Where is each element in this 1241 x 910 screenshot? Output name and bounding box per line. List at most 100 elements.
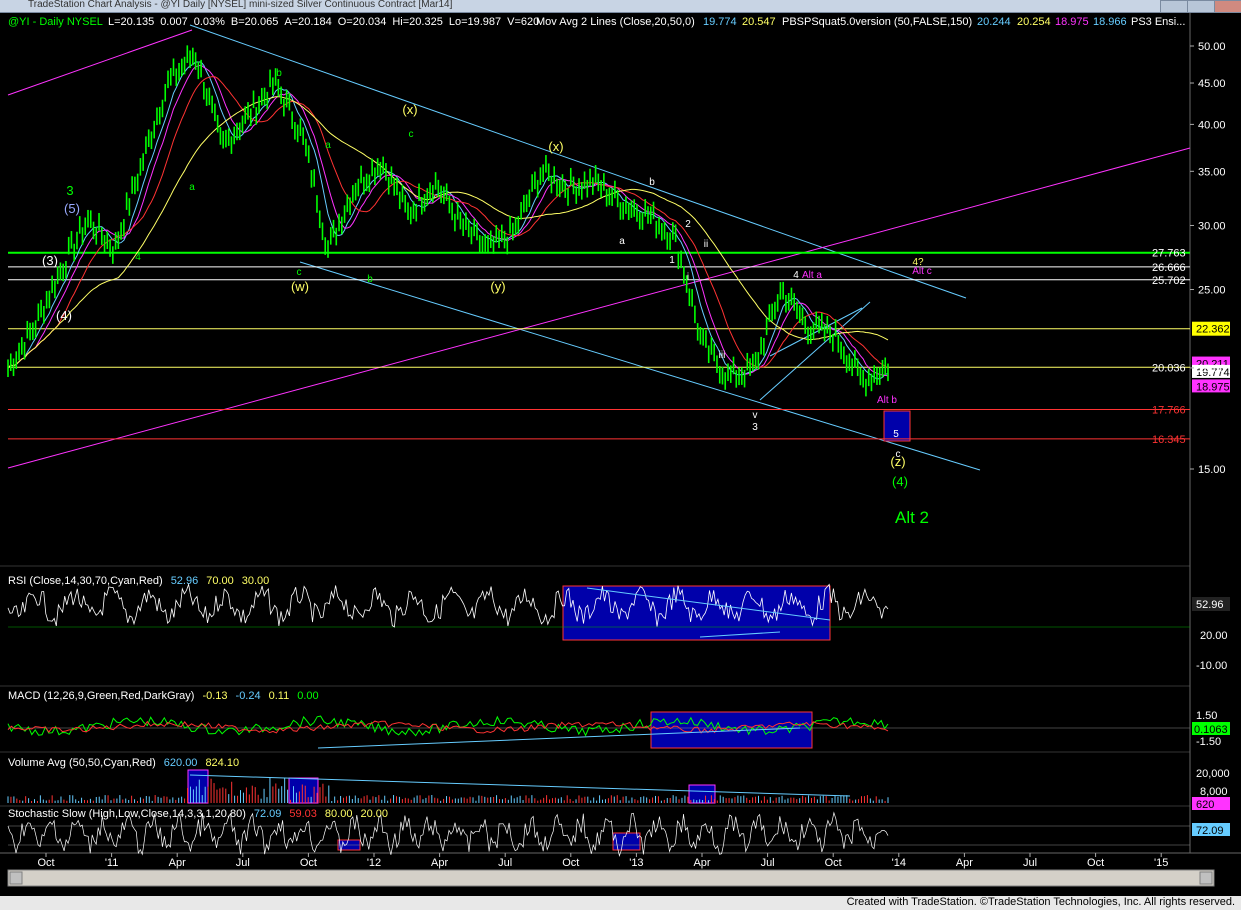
study-pbs-label: PBSPSquat5.0version (50,FALSE,150) — [782, 16, 972, 28]
wave-label: a — [619, 236, 625, 247]
time-axis-tick-label: Jul — [498, 857, 512, 869]
stochastic-last-value: 72.09 — [1196, 825, 1224, 837]
study-pbs-value-2: 20.254 — [1017, 16, 1051, 28]
time-axis-tick-label: Apr — [956, 857, 973, 869]
time-scrollbar[interactable] — [7, 869, 1215, 887]
time-axis-tick-label: '14 — [892, 857, 906, 869]
volume-tick: 8,000 — [1200, 786, 1228, 798]
time-axis-tick-label: '13 — [629, 857, 643, 869]
time-axis-tick-label: Oct — [1087, 857, 1104, 869]
macd-pane: MACD (12,26,9,Green,Red,DarkGray) -0.13 -0… — [7, 690, 1230, 749]
time-axis-tick-label: '11 — [105, 857, 119, 869]
study-pbs-value-1: 20.244 — [977, 16, 1011, 28]
maximize-button[interactable] — [1187, 0, 1215, 13]
channel-upper-line — [189, 24, 967, 299]
window-titlebar: TradeStation Chart Analysis - @YI Daily … — [0, 0, 1241, 13]
wave-label: Alt c — [912, 266, 931, 277]
time-axis-tick-label: Oct — [562, 857, 579, 869]
macd-title: MACD (12,26,9,Green,Red,DarkGray) -0.13 -0… — [8, 690, 319, 702]
stochastic-highlight-box — [612, 832, 641, 851]
wedge-line — [759, 301, 871, 401]
wave-label: (y) — [490, 279, 505, 294]
wave-label: v — [753, 410, 758, 421]
wave-label: 5 — [893, 429, 899, 440]
wave-label: (x) — [548, 139, 563, 154]
price-stats: L=20.135 0.007 0.03% B=20.065 A=20.184 O=20.0… — [108, 16, 539, 28]
study-ma-value-1: 19.774 — [703, 16, 737, 28]
price-axis-tick-label: 25.00 — [1198, 285, 1226, 297]
price-level-label: 25.702 — [1152, 275, 1186, 287]
wave-label: 1 — [669, 255, 675, 266]
wave-label: 3 — [66, 183, 73, 198]
price-axis-tick-label: 20.00 — [1198, 363, 1226, 375]
symbol-label: @YI - Daily NYSEL — [8, 16, 103, 28]
time-axis-tick-label: Jul — [1023, 857, 1037, 869]
time-axis-tick-label: Apr — [169, 857, 186, 869]
rsi-highlight-box — [562, 585, 831, 641]
time-axis-tick-label: Jul — [761, 857, 775, 869]
price-axis-tick-label: 15.00 — [1198, 464, 1226, 476]
time-axis: Oct '11 Apr Jul Oct '12 Apr Jul Oct '13 Apr Jul Oct '… — [37, 853, 1168, 869]
macd-last-value: 0.1063 — [1194, 724, 1228, 736]
wave-label: 4 — [135, 252, 141, 263]
wave-label: b — [367, 274, 373, 285]
scroll-left-button[interactable] — [9, 871, 23, 885]
window-title: TradeStation Chart Analysis - @YI Daily … — [28, 0, 453, 10]
time-axis-tick-label: Oct — [825, 857, 842, 869]
price-axis-tick-label: 30.00 — [1198, 220, 1226, 232]
rsi-pane: RSI (Close,14,30,70,Cyan,Red) 52.96 70.00 3… — [7, 575, 1230, 672]
wave-label: ii — [704, 239, 708, 250]
wave-label: c — [409, 129, 414, 140]
wave-label: (3) — [42, 253, 58, 268]
price-axis-tick-label: 40.00 — [1198, 119, 1226, 131]
footer: Created with TradeStation. ©TradeStation… — [0, 896, 1241, 910]
wave-label: i — [687, 272, 689, 283]
wave-label: 3 — [752, 422, 758, 433]
chart-area[interactable]: 27.763 26.666 25.702 22.362 20.036 17.766 16.3… — [0, 13, 1241, 897]
wave-label: Alt a — [802, 270, 822, 281]
wave-label: (4) — [56, 308, 72, 323]
study-ma-value-2: 20.547 — [742, 16, 776, 28]
wave-annotations: (x)(x)(w) (y)(z)(4)Alt 23(5)(3)(4)4abacbc… — [42, 68, 932, 527]
price-level-label: 16.345 — [1152, 434, 1186, 446]
price-level-label: 20.036 — [1152, 362, 1186, 374]
time-axis-tick-label: '15 — [1154, 857, 1168, 869]
study-pbs-value-3: 18.975 — [1055, 16, 1089, 28]
wave-label: (w) — [291, 279, 309, 294]
time-axis-tick-label: Apr — [693, 857, 710, 869]
stochastic-title: Stochastic Slow (High,Low,Close,14,3,3,1… — [8, 808, 388, 820]
price-level-label: 26.666 — [1152, 262, 1186, 274]
rsi-tick: 20.00 — [1200, 630, 1228, 642]
trend-line-magenta-lower — [7, 147, 1191, 469]
wave-label: b — [649, 177, 655, 188]
time-axis-tick-label: Oct — [300, 857, 317, 869]
horizontal-levels: 27.763 26.66625.702 22.362 20.036 17.766 16.3… — [8, 248, 1230, 446]
price-level-label: 17.766 — [1152, 405, 1186, 417]
volume-pane: Volume Avg (50,50,Cyan,Red) 620.00 824.10 … — [7, 757, 1230, 811]
moving-averages — [7, 61, 889, 380]
macd-tick: 1.50 — [1196, 710, 1217, 722]
study-pbs-value-4: 18.966 — [1093, 16, 1127, 28]
wave-label: (x) — [402, 102, 417, 117]
close-button[interactable] — [1214, 0, 1241, 13]
wave-label: Alt 2 — [895, 508, 929, 527]
wave-label: a — [189, 182, 195, 193]
macd-tick: -1.50 — [1196, 736, 1221, 748]
trend-line-magenta-upper — [7, 29, 193, 96]
scroll-right-button[interactable] — [1199, 871, 1213, 885]
time-axis-tick-label: '12 — [367, 857, 381, 869]
minimize-button[interactable] — [1160, 0, 1188, 13]
price-axis-tick-label: 45.00 — [1198, 78, 1226, 90]
price-level-label: 27.763 — [1152, 248, 1186, 260]
chart-svg: 27.763 26.66625.702 22.362 20.036 17.766 16.3… — [0, 13, 1241, 887]
volume-title: Volume Avg (50,50,Cyan,Red) 620.00 824.10 — [8, 757, 239, 769]
rsi-title: RSI (Close,14,30,70,Cyan,Red) 52.96 70.00 3… — [8, 575, 269, 587]
volume-last-value: 620 — [1196, 799, 1214, 811]
price-axis-tick-label: 50.00 — [1198, 41, 1226, 53]
wave-label: c — [896, 449, 901, 460]
wave-label: c — [297, 267, 302, 278]
wave-label: (5) — [64, 201, 80, 216]
wave-label: Alt b — [877, 395, 897, 406]
wave-label: (4) — [892, 474, 908, 489]
volume-tick: 20,000 — [1196, 768, 1230, 780]
